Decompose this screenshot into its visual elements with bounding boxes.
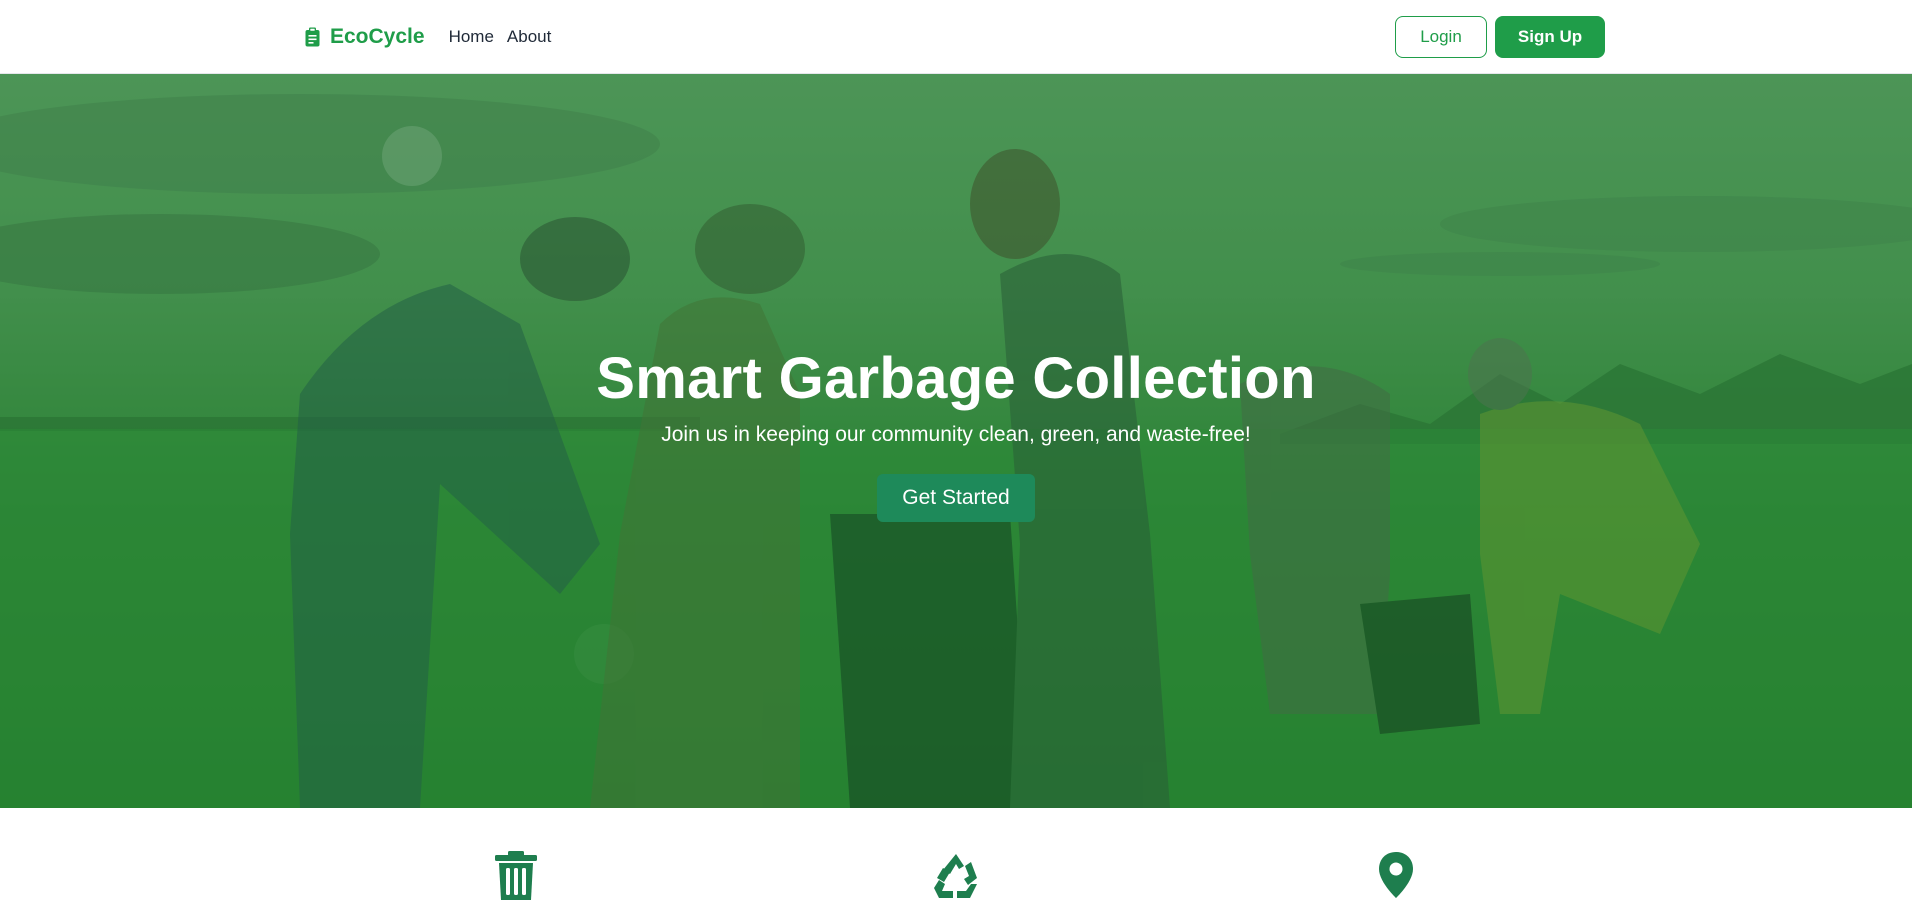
hero-subtitle: Join us in keeping our community clean, … bbox=[661, 423, 1251, 446]
map-pin-icon bbox=[1371, 850, 1421, 900]
navbar-inner: EcoCycle Home About Login Sign Up bbox=[305, 0, 1605, 74]
get-started-button[interactable]: Get Started bbox=[877, 474, 1035, 522]
brand-logo-link[interactable]: EcoCycle bbox=[305, 25, 425, 49]
login-button[interactable]: Login bbox=[1395, 16, 1487, 58]
nav-links: Home About bbox=[449, 27, 552, 47]
trash-icon bbox=[491, 850, 541, 900]
hero-content: Smart Garbage Collection Join us in keep… bbox=[0, 344, 1912, 522]
recycle-icon bbox=[931, 850, 981, 900]
features-section bbox=[0, 808, 1912, 916]
clipboard-icon bbox=[305, 27, 320, 47]
brand-name: EcoCycle bbox=[330, 25, 425, 48]
navbar: EcoCycle Home About Login Sign Up bbox=[0, 0, 1912, 74]
hero-title: Smart Garbage Collection bbox=[596, 346, 1316, 411]
signup-button[interactable]: Sign Up bbox=[1495, 16, 1605, 58]
navbar-left: EcoCycle Home About bbox=[305, 25, 551, 49]
navbar-actions: Login Sign Up bbox=[1395, 16, 1605, 58]
hero-section: Smart Garbage Collection Join us in keep… bbox=[0, 74, 1912, 808]
nav-link-about[interactable]: About bbox=[507, 27, 551, 47]
nav-link-home[interactable]: Home bbox=[449, 27, 494, 47]
